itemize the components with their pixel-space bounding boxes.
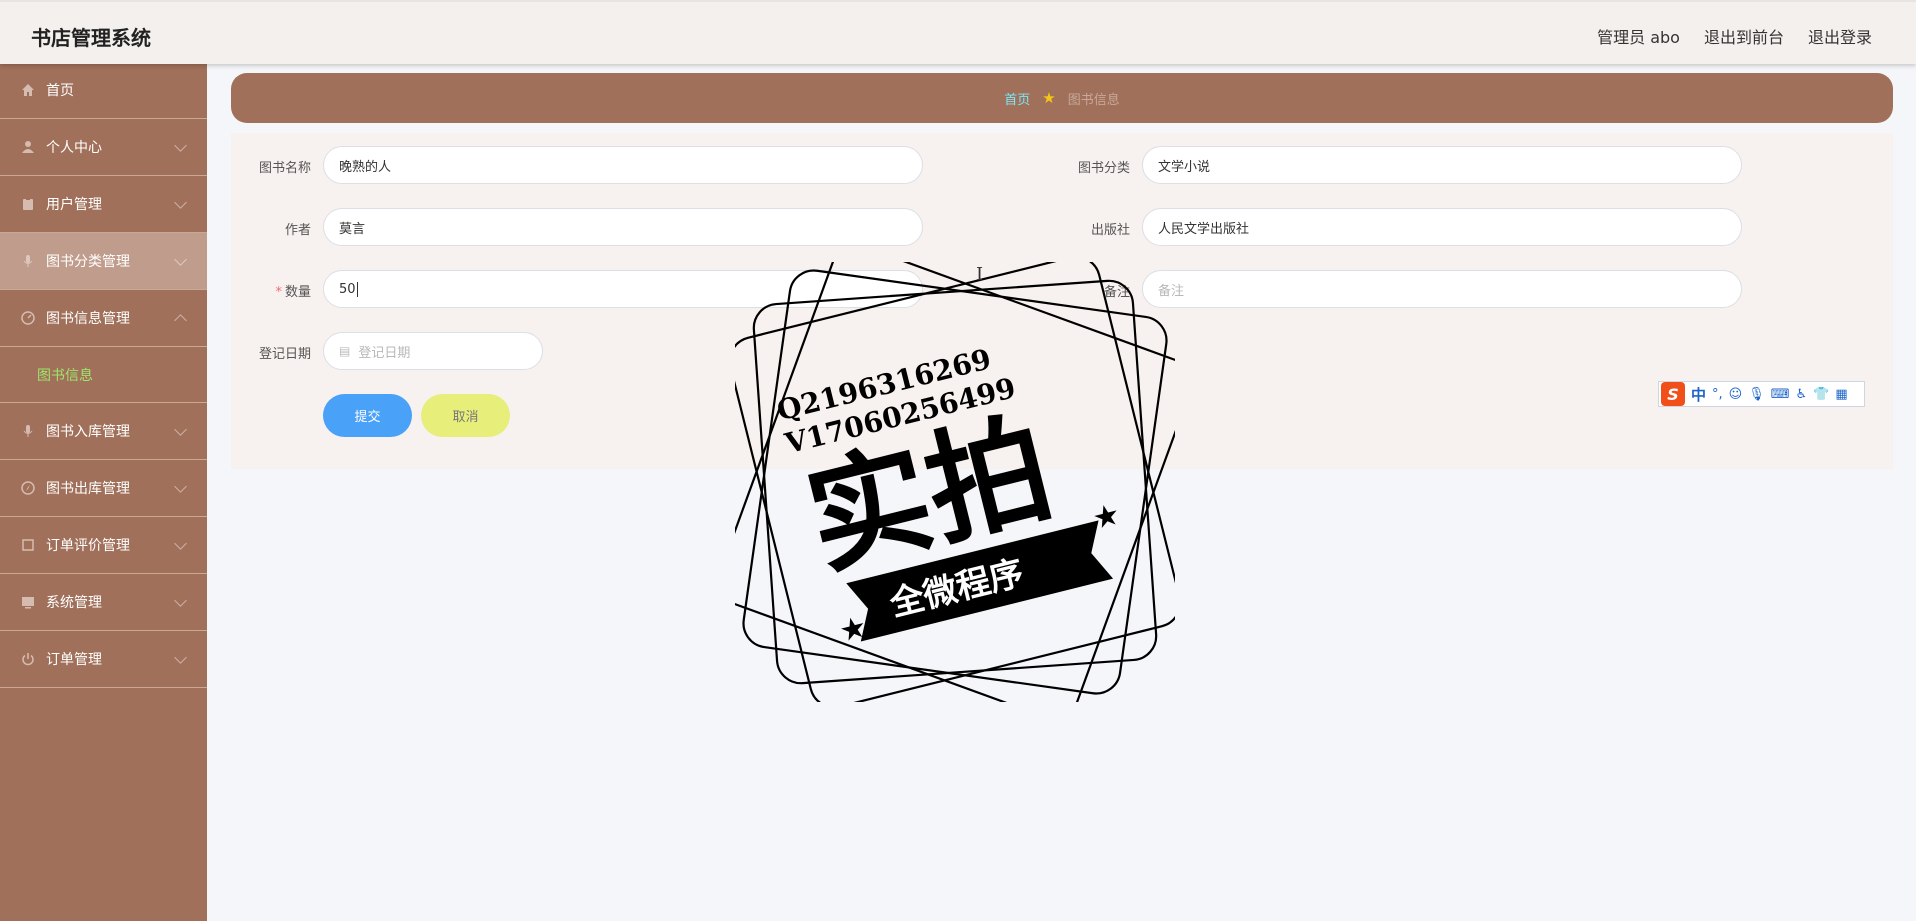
sidebar-item-user-management[interactable]: 用户管理	[0, 176, 207, 233]
book-info-form: 图书名称 晚熟的人 图书分类 文学小说 作者 莫言 出版社 人民文学出版社 * 数…	[231, 133, 1893, 469]
star-icon: ★	[836, 609, 871, 649]
watermark-ribbon-text: 全微程序	[885, 553, 1028, 625]
clipboard-icon	[20, 196, 36, 212]
quantity-label-text: 数量	[284, 285, 311, 300]
sidebar-item-label: 用户管理	[46, 197, 102, 213]
chevron-down-icon	[174, 480, 187, 493]
skin-icon[interactable]: 👕	[1813, 387, 1829, 402]
chevron-down-icon	[174, 537, 187, 550]
chevron-down-icon	[174, 423, 187, 436]
sidebar-item-book-info[interactable]: 图书信息管理	[0, 290, 207, 347]
home-icon	[20, 82, 36, 98]
sidebar-item-label: 订单评价管理	[46, 538, 130, 554]
sidebar-item-label: 首页	[46, 83, 74, 99]
sidebar-item-label: 图书出库管理	[46, 481, 130, 497]
mouse-ibeam-cursor-icon: I	[976, 264, 984, 285]
sidebar-item-personal-center[interactable]: 个人中心	[0, 119, 207, 176]
category-label: 图书分类	[1077, 161, 1130, 176]
sidebar-item-order-management[interactable]: 订单管理	[0, 631, 207, 688]
monitor-icon	[20, 594, 36, 610]
crop-icon	[20, 537, 36, 553]
mic-icon	[20, 253, 36, 269]
chevron-down-icon	[174, 253, 187, 266]
header-actions: 管理员 abo 退出到前台 退出登录	[1597, 24, 1872, 48]
grid-menu-icon[interactable]: ▦	[1835, 387, 1847, 402]
sidebar-item-book-stock-out[interactable]: 图书出库管理	[0, 460, 207, 517]
watermark-ribbon	[846, 520, 1114, 642]
quantity-label: * 数量	[231, 281, 311, 300]
submit-button[interactable]: 提交	[323, 394, 412, 437]
microphone-icon[interactable]: 🎙	[1748, 387, 1765, 402]
chevron-down-icon	[174, 196, 187, 209]
top-header: 书店管理系统 管理员 abo 退出到前台 退出登录	[0, 0, 1916, 64]
ime-language-toggle[interactable]: 中	[1691, 384, 1706, 405]
breadcrumb: 首页 ★ 图书信息	[231, 73, 1893, 123]
sidebar-item-label: 图书分类管理	[46, 254, 130, 270]
sidebar-item-label: 图书入库管理	[46, 424, 130, 440]
breadcrumb-home-link[interactable]: 首页	[1004, 89, 1030, 108]
author-input[interactable]: 莫言	[323, 208, 923, 246]
text-caret	[356, 281, 358, 297]
admin-name: 管理员 abo	[1597, 28, 1680, 47]
sidebar-item-order-review[interactable]: 订单评价管理	[0, 517, 207, 574]
sidebar-item-label: 系统管理	[46, 595, 102, 611]
author-label: 作者	[284, 223, 311, 238]
ime-toolbar[interactable]: S 中 °, ☺ 🎙 ⌨ ♿ 👕 ▦	[1658, 381, 1865, 407]
dashboard-icon	[20, 310, 36, 326]
chevron-up-icon	[174, 314, 187, 327]
logout-link[interactable]: 退出登录	[1808, 24, 1872, 48]
emoji-icon[interactable]: ☺	[1729, 387, 1743, 402]
publisher-input[interactable]: 人民文学出版社	[1142, 208, 1742, 246]
book-name-label: 图书名称	[258, 161, 311, 176]
keyboard-icon[interactable]: ⌨	[1771, 387, 1790, 402]
quantity-value: 50	[339, 281, 356, 297]
date-placeholder: 登记日期	[358, 345, 411, 361]
sidebar-subitem-book-info[interactable]: 图书信息	[0, 347, 207, 403]
quantity-input[interactable]: 50	[323, 270, 923, 308]
chevron-down-icon	[174, 139, 187, 152]
power-icon	[20, 651, 36, 667]
publisher-label: 出版社	[1090, 223, 1130, 238]
ime-punctuation-toggle[interactable]: °,	[1712, 387, 1723, 402]
remark-input[interactable]: 备注	[1142, 270, 1742, 308]
cancel-button[interactable]: 取消	[421, 394, 510, 437]
app-title: 书店管理系统	[31, 26, 151, 50]
required-mark: *	[275, 285, 282, 300]
star-icon: ★	[1042, 89, 1056, 107]
chevron-down-icon	[174, 594, 187, 607]
mic-icon	[20, 423, 36, 439]
sidebar-item-book-category[interactable]: 图书分类管理	[0, 233, 207, 290]
chevron-down-icon	[174, 651, 187, 664]
book-name-input[interactable]: 晚熟的人	[323, 146, 923, 184]
accessibility-icon[interactable]: ♿	[1796, 387, 1808, 402]
remark-label: 备注	[1103, 285, 1130, 300]
user-icon	[20, 139, 36, 155]
sogou-logo-icon[interactable]: S	[1661, 382, 1685, 406]
sidebar-item-system-management[interactable]: 系统管理	[0, 574, 207, 631]
exit-to-front-link[interactable]: 退出到前台	[1704, 24, 1784, 48]
sidebar-item-label: 订单管理	[46, 652, 102, 668]
sidebar: 首页 个人中心 用户管理 图书分类管理 图书信息管理 图书信息 图书入库管理 图…	[0, 62, 207, 921]
calendar-icon: ▤	[339, 344, 351, 358]
sidebar-item-book-stock-in[interactable]: 图书入库管理	[0, 403, 207, 460]
sidebar-item-home[interactable]: 首页	[0, 62, 207, 119]
category-input[interactable]: 文学小说	[1142, 146, 1742, 184]
breadcrumb-current: 图书信息	[1067, 92, 1120, 108]
sidebar-item-label: 个人中心	[46, 140, 102, 156]
star-icon: ★	[1089, 497, 1124, 537]
compass-icon	[20, 480, 36, 496]
date-picker-input[interactable]: ▤ 登记日期	[323, 332, 543, 370]
sidebar-item-label: 图书信息管理	[46, 311, 130, 327]
date-label: 登记日期	[258, 347, 311, 362]
